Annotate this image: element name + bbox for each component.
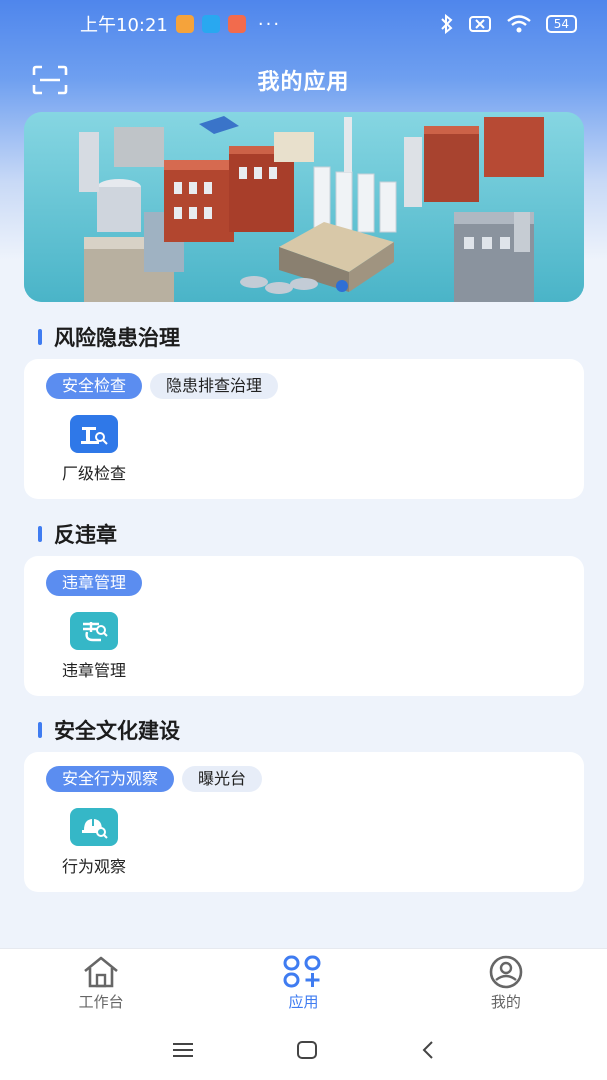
nav-label: 工作台 — [78, 993, 124, 1011]
bottom-navigation: 工作台 应用 我的 — [0, 948, 607, 1020]
section-accent-bar — [38, 329, 42, 345]
section-heading: 风险隐患治理 — [54, 326, 180, 350]
app-label: 厂级检查 — [61, 464, 126, 483]
tab-safety-inspection[interactable]: 安全检查 — [46, 373, 143, 399]
nav-label: 应用 — [288, 993, 319, 1011]
system-navigation-bar — [0, 1020, 607, 1080]
bluetooth-icon — [441, 14, 453, 34]
section-heading: 安全文化建设 — [54, 719, 180, 743]
app-header: 我的应用 — [0, 48, 607, 112]
home-button-icon[interactable] — [296, 1040, 318, 1060]
section-card-anti-violation: 违章管理 违章管理 — [24, 556, 584, 696]
notification-app-icon — [175, 15, 194, 33]
factory-inspection-icon — [70, 415, 118, 453]
nav-item-profile[interactable]: 我的 — [405, 949, 607, 1020]
status-bar: 上午10:21 ··· 54 — [0, 0, 607, 48]
notification-message-icon — [201, 15, 220, 33]
app-label: 违章管理 — [61, 661, 126, 680]
tab-hazard-investigation[interactable]: 隐患排查治理 — [150, 373, 279, 399]
category-tabs: 违章管理 — [46, 570, 143, 596]
behavior-observation-icon — [70, 808, 118, 846]
section-title-risk: 风险隐患治理 — [38, 322, 180, 352]
profile-icon — [489, 955, 523, 989]
nav-item-workbench[interactable]: 工作台 — [0, 949, 202, 1020]
app-behavior-observation[interactable]: 行为观察 — [54, 808, 134, 877]
section-accent-bar — [38, 526, 42, 542]
industrial-banner-image[interactable] — [24, 112, 584, 302]
factory-illustration — [24, 112, 584, 302]
status-more-icon: ··· — [257, 13, 282, 35]
category-tabs: 安全检查 隐患排查治理 — [46, 373, 279, 399]
status-time: 上午10:21 — [80, 15, 168, 36]
nav-item-apps[interactable]: 应用 — [202, 949, 404, 1020]
home-icon — [84, 956, 118, 988]
menu-icon[interactable] — [171, 1040, 195, 1060]
battery-indicator: 54 — [545, 15, 577, 33]
tab-exposure-platform[interactable]: 曝光台 — [182, 766, 263, 792]
nav-label: 我的 — [490, 993, 521, 1011]
wifi-icon — [506, 15, 531, 33]
app-violation-management[interactable]: 违章管理 — [54, 612, 134, 681]
section-heading: 反违章 — [54, 523, 117, 547]
section-accent-bar — [38, 722, 42, 738]
violation-management-icon — [70, 612, 118, 650]
section-card-safety-culture: 安全行为观察 曝光台 行为观察 — [24, 752, 584, 892]
app-factory-inspection[interactable]: 厂级检查 — [54, 415, 134, 484]
tab-violation-management[interactable]: 违章管理 — [46, 570, 143, 596]
sim-disabled-icon — [468, 16, 491, 32]
tab-safety-behavior-observation[interactable]: 安全行为观察 — [46, 766, 175, 792]
page-title: 我的应用 — [257, 70, 350, 95]
back-icon[interactable] — [420, 1040, 436, 1060]
section-title-anti-violation: 反违章 — [38, 519, 117, 549]
scan-icon[interactable] — [32, 65, 68, 95]
notification-shop-icon — [227, 15, 246, 33]
apps-icon — [283, 955, 321, 988]
app-label: 行为观察 — [61, 857, 126, 876]
section-title-safety-culture: 安全文化建设 — [38, 715, 180, 745]
section-card-risk: 安全检查 隐患排查治理 厂级检查 — [24, 359, 584, 499]
category-tabs: 安全行为观察 曝光台 — [46, 766, 263, 792]
